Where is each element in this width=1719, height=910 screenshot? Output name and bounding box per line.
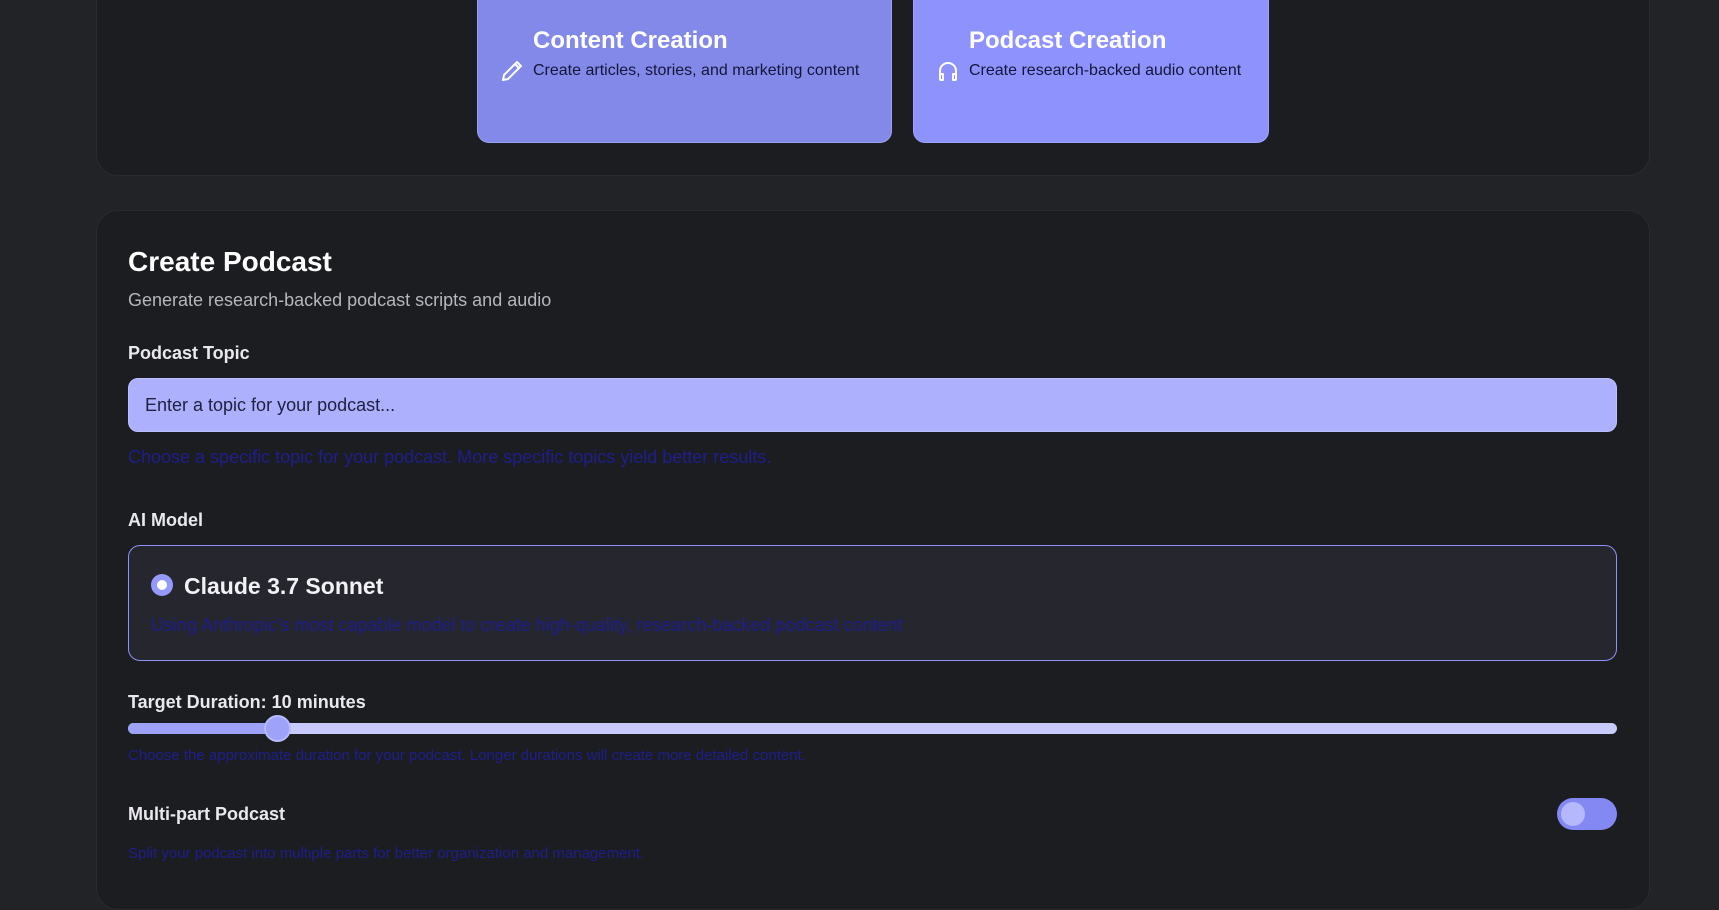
podcast-topic-input[interactable]	[128, 378, 1617, 432]
duration-slider-thumb[interactable]	[263, 715, 291, 742]
headphones-icon	[936, 59, 960, 83]
duration-slider[interactable]	[128, 715, 1617, 742]
multipart-hint: Split your podcast into multiple parts f…	[128, 845, 645, 862]
duration-label: Target Duration: 10 minutes	[128, 692, 366, 712]
content-creation-title: Content Creation	[533, 27, 728, 54]
page-subtitle: Generate research-backed podcast scripts…	[128, 290, 552, 310]
multipart-toggle[interactable]	[1557, 798, 1617, 830]
podcast-creation-card[interactable]: Podcast Creation Create research-backed …	[913, 0, 1269, 143]
model-option-claude[interactable]: Claude 3.7 Sonnet Using Anthropic's most…	[128, 545, 1617, 661]
podcast-topic-hint: Choose a specific topic for your podcast…	[128, 447, 772, 467]
podcast-topic-label: Podcast Topic	[128, 343, 250, 363]
multipart-toggle-knob	[1561, 802, 1585, 826]
model-name: Claude 3.7 Sonnet	[184, 573, 384, 599]
ai-model-label: AI Model	[128, 510, 203, 530]
podcast-creation-title: Podcast Creation	[969, 27, 1167, 54]
model-radio[interactable]	[151, 574, 173, 596]
content-creation-card[interactable]: Content Creation Create articles, storie…	[477, 0, 892, 143]
multipart-label: Multi-part Podcast	[128, 804, 286, 824]
page-title: Create Podcast	[128, 246, 332, 277]
model-description: Using Anthropic's most capable model to …	[151, 615, 903, 635]
content-creation-description: Create articles, stories, and marketing …	[533, 62, 860, 79]
duration-slider-fill	[128, 723, 277, 734]
podcast-creation-description: Create research-backed audio content	[969, 62, 1242, 79]
duration-hint: Choose the approximate duration for your…	[128, 747, 806, 764]
pencil-icon	[500, 59, 524, 83]
